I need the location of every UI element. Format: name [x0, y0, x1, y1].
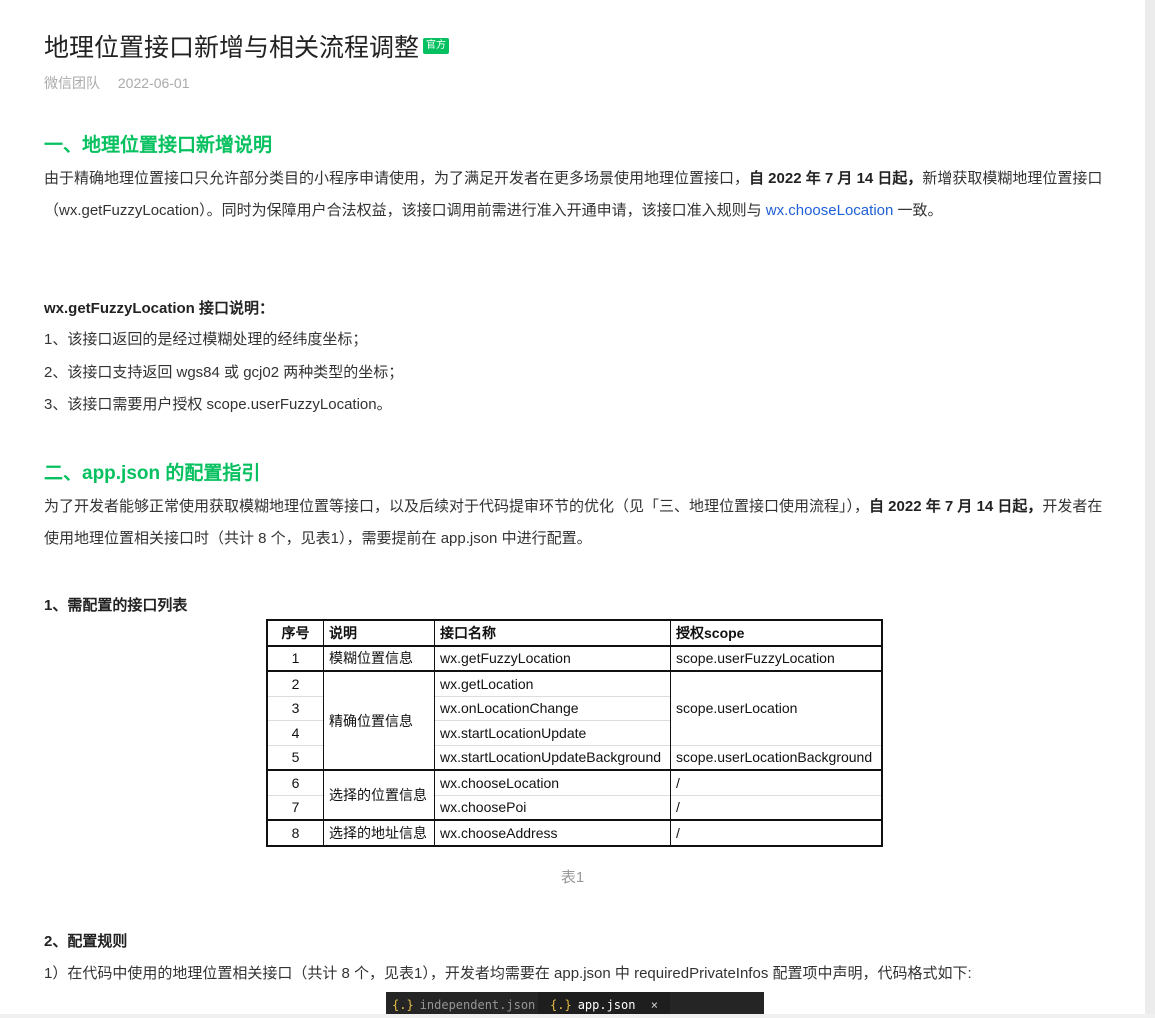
publish-date: 2022-06-01 — [117, 75, 190, 91]
choose-location-link[interactable]: wx.chooseLocation — [766, 202, 894, 219]
table-header-row: 序号 说明 接口名称 授权scope — [266, 620, 882, 647]
section2-paragraph: 为了开发者能够正常使用获取模糊地理位置等接口，以及后续对于代码提审环节的优化（见… — [44, 491, 1114, 555]
cell-scope: scope.userFuzzyLocation — [670, 645, 882, 671]
cell-scope: / — [670, 769, 882, 795]
header-desc: 说明 — [323, 620, 435, 647]
article-page: 地理位置接口新增与相关流程调整 官方 微信团队 2022-06-01 一、地理位… — [0, 0, 1145, 1014]
section1-heading: 一、地理位置接口新增说明 — [44, 135, 273, 156]
tab-independent-json[interactable]: {.} independent.json — [392, 992, 535, 1014]
cell-no: 5 — [266, 744, 324, 770]
cell-scope: / — [670, 794, 882, 820]
cell-api: wx.choosePoi — [434, 794, 671, 820]
scrollbar-track[interactable] — [1145, 0, 1155, 1014]
section1-text-a: 由于精确地理位置接口只允许部分类目的小程序申请使用，为了满足开发者在更多场景使用… — [44, 170, 750, 187]
section1-paragraph: 由于精确地理位置接口只允许部分类目的小程序申请使用，为了满足开发者在更多场景使用… — [44, 163, 1114, 227]
cell-api: wx.chooseAddress — [434, 819, 671, 846]
cell-api: wx.startLocationUpdateBackground — [434, 744, 671, 770]
cell-api: wx.chooseLocation — [434, 769, 671, 795]
article-title: 地理位置接口新增与相关流程调整 官方 — [44, 28, 450, 64]
header-no: 序号 — [266, 620, 324, 647]
list-item: 1、该接口返回的是经过模糊处理的经纬度坐标； — [44, 331, 368, 348]
config-rule-1: 1）在代码中使用的地理位置相关接口（共计 8 个，见表1），开发者均需要在 ap… — [44, 965, 972, 982]
cell-api: wx.startLocationUpdate — [434, 720, 671, 745]
cell-no: 3 — [266, 695, 324, 721]
cell-api: wx.getLocation — [434, 670, 671, 696]
api-list-subheading: 1、需配置的接口列表 — [44, 597, 188, 614]
cell-desc: 模糊位置信息 — [323, 645, 435, 671]
cell-scope: / — [670, 819, 882, 846]
cell-scope: scope.userLocation — [670, 670, 882, 745]
close-icon[interactable]: × — [651, 998, 658, 1012]
article-title-text: 地理位置接口新增与相关流程调整 — [44, 34, 420, 62]
header-api: 接口名称 — [434, 620, 671, 647]
section2-date-bold: 自 2022 年 7 月 14 日起， — [869, 498, 1043, 515]
cell-scope: scope.userLocationBackground — [670, 744, 882, 770]
json-file-icon: {.} — [392, 998, 414, 1012]
cell-no: 1 — [266, 645, 324, 671]
cell-desc: 精确位置信息 — [323, 670, 435, 770]
section2-heading: 二、app.json 的配置指引 — [44, 463, 261, 484]
section1-date-bold: 自 2022 年 7 月 14 日起， — [749, 170, 923, 187]
table-row: 2 精确位置信息 wx.getLocation scope.userLocati… — [266, 670, 882, 770]
list-item: 3、该接口需要用户授权 scope.userFuzzyLocation。 — [44, 396, 392, 413]
tab-label: independent.json — [419, 998, 536, 1012]
cell-no: 2 — [266, 670, 324, 696]
official-badge: 官方 — [423, 38, 450, 54]
fuzzy-location-subheading: wx.getFuzzyLocation 接口说明： — [44, 300, 275, 317]
section1-text-c: 一致。 — [893, 202, 943, 219]
cell-no: 4 — [266, 720, 324, 745]
table-row: 1 模糊位置信息 wx.getFuzzyLocation scope.userF… — [266, 645, 882, 671]
config-rules-subheading: 2、配置规则 — [44, 933, 128, 950]
cell-no: 8 — [266, 819, 324, 846]
cell-desc: 选择的位置信息 — [323, 769, 435, 820]
table-row: 8 选择的地址信息 wx.chooseAddress / — [266, 819, 882, 846]
code-editor-tabs: {.} independent.json {.} app.json × — [386, 992, 764, 1014]
tab-label: app.json — [577, 998, 636, 1012]
tab-app-json[interactable]: {.} app.json × — [538, 992, 670, 1014]
table-row: 6 选择的位置信息 wx.chooseLocation / — [266, 769, 882, 820]
table-caption: 表1 — [560, 869, 585, 886]
article-meta: 微信团队 2022-06-01 — [44, 73, 190, 93]
cell-api: wx.getFuzzyLocation — [434, 645, 671, 671]
cell-no: 7 — [266, 794, 324, 820]
author-name[interactable]: 微信团队 — [44, 75, 100, 91]
cell-no: 6 — [266, 769, 324, 795]
api-table: 序号 说明 接口名称 授权scope 1 模糊位置信息 wx.getFuzzyL… — [266, 619, 883, 847]
cell-desc: 选择的地址信息 — [323, 819, 435, 846]
list-item: 2、该接口支持返回 wgs84 或 gcj02 两种类型的坐标； — [44, 364, 404, 381]
header-scope: 授权scope — [670, 620, 882, 647]
cell-api: wx.onLocationChange — [434, 695, 671, 721]
section2-text-a: 为了开发者能够正常使用获取模糊地理位置等接口，以及后续对于代码提审环节的优化（见… — [44, 498, 870, 515]
json-file-icon: {.} — [550, 998, 572, 1012]
